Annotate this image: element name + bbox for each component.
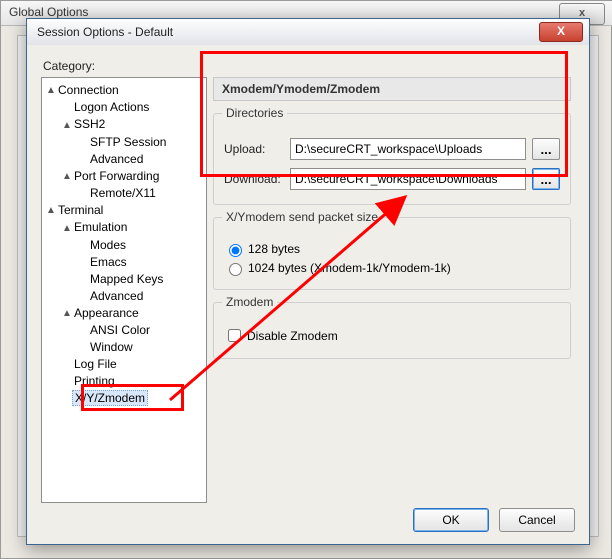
tree-item-label: Advanced (88, 152, 145, 166)
browse-download-button[interactable]: ... (532, 168, 560, 190)
radio-128-label[interactable]: 128 bytes (248, 242, 300, 256)
browse-upload-button[interactable]: ... (532, 138, 560, 160)
tree-item-connection[interactable]: ▲Connection (42, 82, 206, 99)
radio-128-bytes[interactable] (229, 244, 242, 257)
global-options-title-text: Global Options (9, 5, 88, 19)
tree-item-label: Log File (72, 357, 119, 371)
tree-item-label: Logon Actions (72, 100, 151, 114)
close-icon: X (557, 24, 565, 38)
zmodem-group-label: Zmodem (222, 295, 277, 309)
tree-item-label: Emacs (88, 255, 129, 269)
tree-item-emulation[interactable]: ▲Emulation (42, 219, 206, 236)
radio-1024-label[interactable]: 1024 bytes (Xmodem-1k/Ymodem-1k) (248, 261, 451, 275)
tree-item-label: X/Y/Zmodem (72, 390, 148, 406)
category-label: Category: (43, 59, 95, 73)
dialog-title-text: Session Options - Default (37, 25, 173, 39)
section-heading: Xmodem/Ymodem/Zmodem (213, 77, 571, 101)
expand-arrow-icon: ▲ (62, 220, 72, 237)
dialog-close-button[interactable]: X (539, 22, 583, 42)
tree-item-label: SSH2 (72, 117, 107, 131)
tree-item-modes[interactable]: Modes (42, 237, 206, 254)
tree-item-printing[interactable]: Printing (42, 373, 206, 390)
right-panel: Xmodem/Ymodem/Zmodem Directories Upload:… (213, 77, 571, 497)
zmodem-group: Zmodem Disable Zmodem (213, 302, 571, 359)
tree-item-label: Connection (56, 83, 121, 97)
dialog-body: Category: ▲ConnectionLogon Actions▲SSH2S… (27, 45, 589, 544)
tree-item-log-file[interactable]: Log File (42, 356, 206, 373)
download-label: Download: (224, 172, 290, 186)
tree-item-emacs[interactable]: Emacs (42, 254, 206, 271)
tree-item-label: Remote/X11 (88, 186, 158, 200)
upload-path-input[interactable] (290, 138, 526, 160)
cancel-button[interactable]: Cancel (499, 508, 575, 532)
expand-arrow-icon: ▲ (46, 202, 56, 219)
tree-item-appearance[interactable]: ▲Appearance (42, 305, 206, 322)
tree-item-label: Advanced (88, 289, 145, 303)
tree-item-ansi-color[interactable]: ANSI Color (42, 322, 206, 339)
tree-item-label: Terminal (56, 203, 105, 217)
tree-item-label: Modes (88, 238, 128, 252)
tree-item-x-y-zmodem[interactable]: X/Y/Zmodem (42, 390, 206, 407)
expand-arrow-icon: ▲ (46, 82, 56, 99)
directories-group-label: Directories (222, 106, 287, 120)
expand-arrow-icon: ▲ (62, 117, 72, 134)
directories-group: Directories Upload: ... Download: ... (213, 113, 571, 205)
dialog-button-bar: OK Cancel (413, 508, 575, 532)
tree-item-port-forwarding[interactable]: ▲Port Forwarding (42, 168, 206, 185)
tree-item-label: ANSI Color (88, 323, 152, 337)
packet-size-group: X/Ymodem send packet size 128 bytes 1024… (213, 217, 571, 290)
disable-zmodem-checkbox[interactable] (228, 329, 241, 342)
tree-item-advanced[interactable]: Advanced (42, 151, 206, 168)
tree-item-advanced[interactable]: Advanced (42, 288, 206, 305)
tree-item-sftp-session[interactable]: SFTP Session (42, 134, 206, 151)
radio-1024-bytes[interactable] (229, 263, 242, 276)
tree-item-label: Mapped Keys (88, 272, 165, 286)
tree-item-label: Appearance (72, 306, 141, 320)
tree-item-label: Printing (72, 374, 117, 388)
tree-item-terminal[interactable]: ▲Terminal (42, 202, 206, 219)
ok-button[interactable]: OK (413, 508, 489, 532)
tree-item-logon-actions[interactable]: Logon Actions (42, 99, 206, 116)
category-tree[interactable]: ▲ConnectionLogon Actions▲SSH2SFTP Sessio… (41, 77, 207, 503)
tree-item-mapped-keys[interactable]: Mapped Keys (42, 271, 206, 288)
dialog-title-bar[interactable]: Session Options - Default X (27, 19, 589, 46)
expand-arrow-icon: ▲ (62, 305, 72, 322)
tree-item-ssh2[interactable]: ▲SSH2 (42, 116, 206, 133)
tree-item-label: SFTP Session (88, 135, 168, 149)
upload-label: Upload: (224, 142, 290, 156)
expand-arrow-icon: ▲ (62, 168, 72, 185)
tree-item-label: Emulation (72, 220, 129, 234)
disable-zmodem-label[interactable]: Disable Zmodem (247, 329, 338, 343)
session-options-dialog: Session Options - Default X Category: ▲C… (26, 18, 590, 545)
tree-item-remote-x11[interactable]: Remote/X11 (42, 185, 206, 202)
tree-item-label: Window (88, 340, 135, 354)
download-path-input[interactable] (290, 168, 526, 190)
packet-size-group-label: X/Ymodem send packet size (222, 210, 382, 224)
tree-item-label: Port Forwarding (72, 169, 161, 183)
tree-item-window[interactable]: Window (42, 339, 206, 356)
